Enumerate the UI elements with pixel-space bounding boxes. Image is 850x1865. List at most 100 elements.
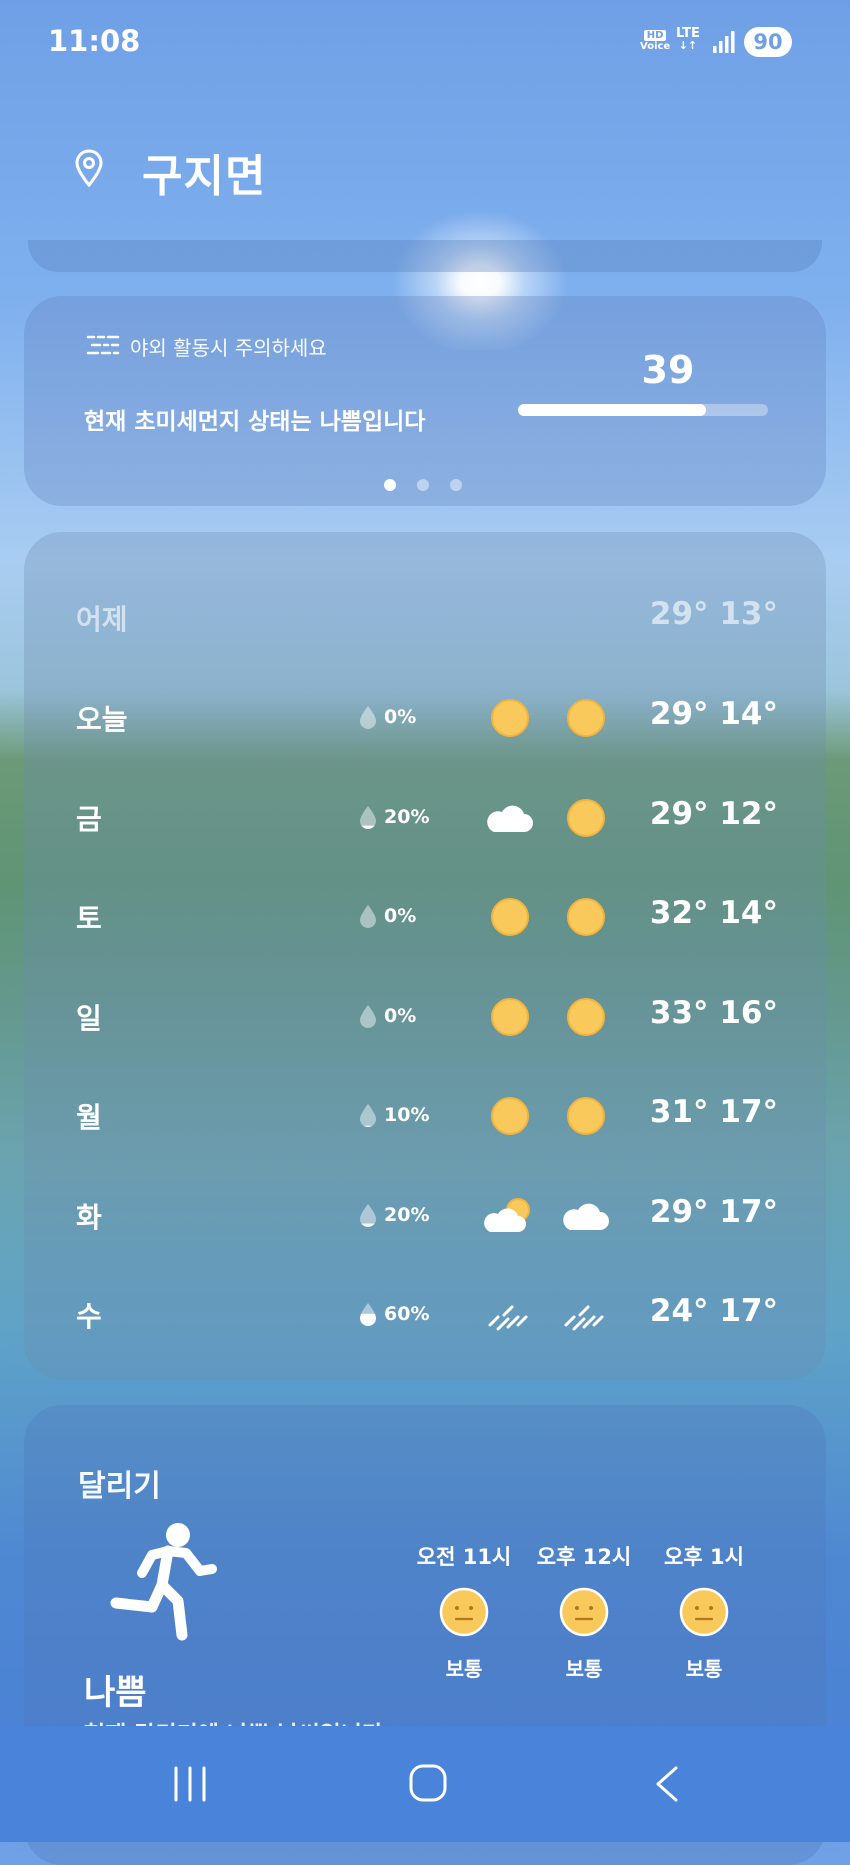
sunny-am-icon (491, 1097, 529, 1135)
sunny-pm-icon (567, 1097, 605, 1135)
precipitation-value: 20% (384, 805, 430, 828)
rain-am-icon (488, 1305, 528, 1331)
raindrop-icon (360, 905, 376, 928)
cloudy-am-icon (487, 805, 533, 832)
forecast-row-yesterday[interactable]: 어제 29° 13° (24, 590, 826, 650)
clock: 11:08 (48, 24, 141, 58)
forecast-temps: 24° 17° (649, 1293, 778, 1329)
partly-cloudy-am-icon (484, 1197, 530, 1232)
hd-label: HD (643, 30, 667, 41)
hour-status: 보통 (685, 1657, 723, 1681)
precipitation-value: 0% (384, 1004, 417, 1027)
precipitation-value: 20% (384, 1203, 430, 1226)
air-quality-card[interactable]: 야외 활동시 주의하세요 현재 초미세먼지 상태는 나쁨입니다 39 (24, 296, 826, 506)
sunny-pm-icon (567, 798, 605, 837)
location-pin-icon[interactable] (74, 148, 104, 188)
precipitation-chance: 60% (358, 1301, 429, 1327)
running-level: 나쁨 (84, 1673, 147, 1713)
weekly-forecast-card[interactable]: 어제 29° 13° 오늘 0% 29° 14° 금 20% 29° 12° 토 0% 32° … (24, 532, 826, 1380)
runner-icon (110, 1523, 217, 1641)
running-hour: 오후 12시보통 (524, 1541, 644, 1682)
neutral-face-icon (679, 1587, 729, 1637)
forecast-temps: 33° 16° (649, 994, 778, 1031)
sunny-am-icon (491, 898, 529, 936)
precipitation-chance: 0% (358, 1003, 416, 1029)
raindrop-icon (360, 706, 376, 729)
outdoor-warning: 야외 활동시 주의하세요 (130, 336, 327, 360)
sunny-pm-icon (567, 997, 605, 1036)
home-icon[interactable] (408, 1763, 448, 1803)
forecast-row[interactable]: 토 0% 32° 14° (24, 889, 826, 949)
hour-label: 오후 12시 (536, 1545, 632, 1569)
precipitation-chance: 0% (358, 903, 416, 929)
forecast-temps: 32° 14° (649, 895, 778, 931)
status-bar: 11:08 HD Voice LTE ↓↑ 90 (0, 0, 850, 90)
forecast-row[interactable]: 오늘 0% 29° 14° (24, 690, 826, 750)
forecast-day: 일 (76, 1001, 102, 1035)
precipitation-chance: 10% (358, 1102, 429, 1128)
raindrop-icon (360, 1104, 376, 1127)
forecast-row[interactable]: 금 20% 29° 12° (24, 790, 826, 850)
running-title: 달리기 (78, 1469, 161, 1504)
fine-dust-level-bar (518, 404, 768, 416)
rain-pm-icon (564, 1305, 604, 1331)
sunny-am-icon (491, 699, 529, 737)
forecast-row[interactable]: 수 60% 24° 17° (24, 1287, 826, 1347)
hour-label: 오전 11시 (416, 1545, 512, 1569)
voice-label: Voice (640, 41, 671, 52)
sunny-pm-icon (567, 898, 605, 936)
precipitation-value: 60% (384, 1303, 430, 1325)
location-name[interactable]: 구지면 (142, 140, 266, 204)
navigation-bar (0, 1726, 850, 1842)
forecast-temps: 29° 13° (649, 596, 778, 632)
raindrop-icon (360, 1203, 376, 1227)
recent-apps-icon[interactable] (170, 1764, 210, 1804)
precipitation-chance: 20% (358, 1202, 429, 1228)
forecast-row[interactable]: 일 0% 33° 16° (24, 989, 826, 1049)
cloudy-pm-icon (563, 1203, 609, 1230)
page-dot[interactable] (417, 479, 429, 491)
raindrop-icon (360, 1004, 376, 1028)
fine-dust-level-fill (518, 404, 706, 416)
sunny-pm-icon (567, 699, 605, 737)
forecast-temps: 29° 14° (649, 696, 778, 732)
forecast-temps: 29° 17° (649, 1193, 778, 1230)
lte-indicator: LTE ↓↑ (676, 27, 700, 52)
running-hour: 오전 11시보통 (404, 1541, 524, 1682)
signal-strength-icon (713, 31, 735, 53)
forecast-day: 토 (76, 902, 102, 935)
forecast-day: 오늘 (76, 703, 128, 736)
precipitation-value: 10% (384, 1104, 430, 1126)
hd-voice-indicator: HD Voice (640, 30, 670, 52)
forecast-row[interactable]: 월 10% 31° 17° (24, 1088, 826, 1148)
precipitation-chance: 20% (358, 804, 429, 830)
raindrop-icon (360, 1303, 376, 1326)
page-dot[interactable] (384, 479, 396, 491)
precipitation-chance: 0% (358, 704, 416, 730)
forecast-row[interactable]: 화 20% 29° 17° (24, 1188, 826, 1248)
precipitation-value: 0% (384, 905, 417, 927)
forecast-temps: 31° 17° (649, 1094, 778, 1130)
forecast-day: 화 (76, 1200, 102, 1234)
back-icon[interactable] (652, 1764, 682, 1804)
precipitation-value: 0% (384, 706, 417, 728)
collapsed-card-edge (28, 240, 822, 272)
fine-dust-value: 39 (641, 348, 695, 392)
forecast-temps: 29° 12° (649, 795, 778, 832)
page-indicator[interactable] (384, 476, 483, 495)
forecast-day: 월 (76, 1101, 102, 1134)
data-arrows: ↓↑ (678, 39, 698, 52)
page-dot[interactable] (450, 479, 462, 491)
sunny-am-icon (491, 997, 529, 1036)
battery-indicator: 90 (744, 27, 792, 57)
forecast-day: 금 (76, 802, 102, 836)
raindrop-icon (360, 805, 376, 829)
neutral-face-icon (559, 1587, 609, 1637)
forecast-day: 수 (76, 1300, 102, 1333)
hour-status: 보통 (565, 1657, 603, 1681)
hour-status: 보통 (445, 1657, 483, 1681)
fine-dust-icon (86, 335, 120, 355)
running-hour: 오후 1시보통 (644, 1541, 764, 1682)
hour-label: 오후 1시 (664, 1545, 744, 1569)
forecast-day: 어제 (76, 603, 128, 636)
